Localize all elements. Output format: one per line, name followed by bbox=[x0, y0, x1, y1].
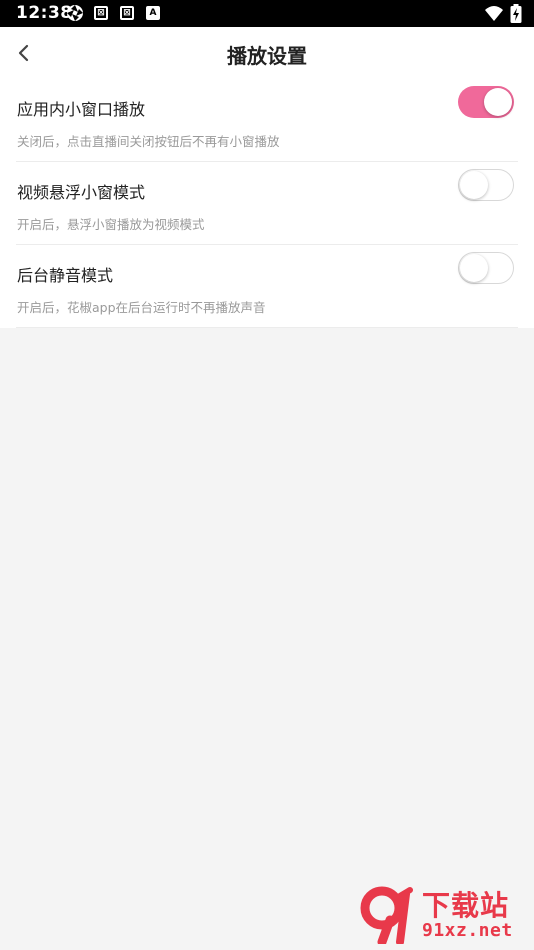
setting-title: 应用内小窗口播放 bbox=[17, 100, 146, 119]
divider bbox=[16, 327, 518, 328]
setting-description: 关闭后，点击直播间关闭按钮后不再有小窗播放 bbox=[17, 134, 280, 149]
setting-description: 开启后，花椒app在后台运行时不再播放声音 bbox=[17, 300, 266, 315]
status-bar: 12:38 ⊠ ⊠ A bbox=[0, 0, 534, 27]
setting-title: 后台静音模式 bbox=[17, 266, 114, 285]
a-letter-icon: A bbox=[144, 4, 162, 22]
watermark: 下载站 91xz.net bbox=[360, 884, 530, 946]
aperture-icon bbox=[66, 4, 84, 22]
status-time: 12:38 bbox=[16, 3, 73, 23]
floating-video-window-toggle[interactable] bbox=[458, 169, 514, 201]
in-app-mini-window-toggle[interactable] bbox=[458, 86, 514, 118]
setting-floating-video-window: 视频悬浮小窗模式 开启后，悬浮小窗播放为视频模式 bbox=[0, 162, 534, 245]
image-icon: ⊠ bbox=[118, 4, 136, 22]
toggle-knob bbox=[484, 88, 512, 116]
image-icon: ⊠ bbox=[92, 4, 110, 22]
settings-list: 应用内小窗口播放 关闭后，点击直播间关闭按钮后不再有小窗播放 视频悬浮小窗模式 … bbox=[0, 79, 534, 328]
toggle-knob bbox=[460, 253, 488, 282]
setting-description: 开启后，悬浮小窗播放为视频模式 bbox=[17, 217, 205, 232]
image-icon-glyph: ⊠ bbox=[120, 6, 134, 20]
watermark-url: 91xz.net bbox=[422, 920, 513, 941]
image-icon-glyph: ⊠ bbox=[94, 6, 108, 20]
wifi-icon bbox=[484, 5, 504, 27]
watermark-logo-icon bbox=[360, 886, 413, 944]
toggle-knob bbox=[460, 170, 488, 199]
status-icons-left: ⊠ ⊠ A bbox=[66, 4, 162, 22]
a-letter-glyph: A bbox=[146, 6, 160, 20]
page-title: 播放设置 bbox=[227, 44, 307, 68]
battery-charging-icon bbox=[510, 4, 522, 28]
background-mute-toggle[interactable] bbox=[458, 252, 514, 284]
setting-background-mute: 后台静音模式 开启后，花椒app在后台运行时不再播放声音 bbox=[0, 245, 534, 328]
status-icons-right bbox=[484, 4, 522, 28]
watermark-title: 下载站 bbox=[422, 889, 510, 922]
setting-title: 视频悬浮小窗模式 bbox=[17, 183, 146, 202]
header-bar: 播放设置 bbox=[0, 27, 534, 79]
setting-in-app-mini-window: 应用内小窗口播放 关闭后，点击直播间关闭按钮后不再有小窗播放 bbox=[0, 79, 534, 162]
